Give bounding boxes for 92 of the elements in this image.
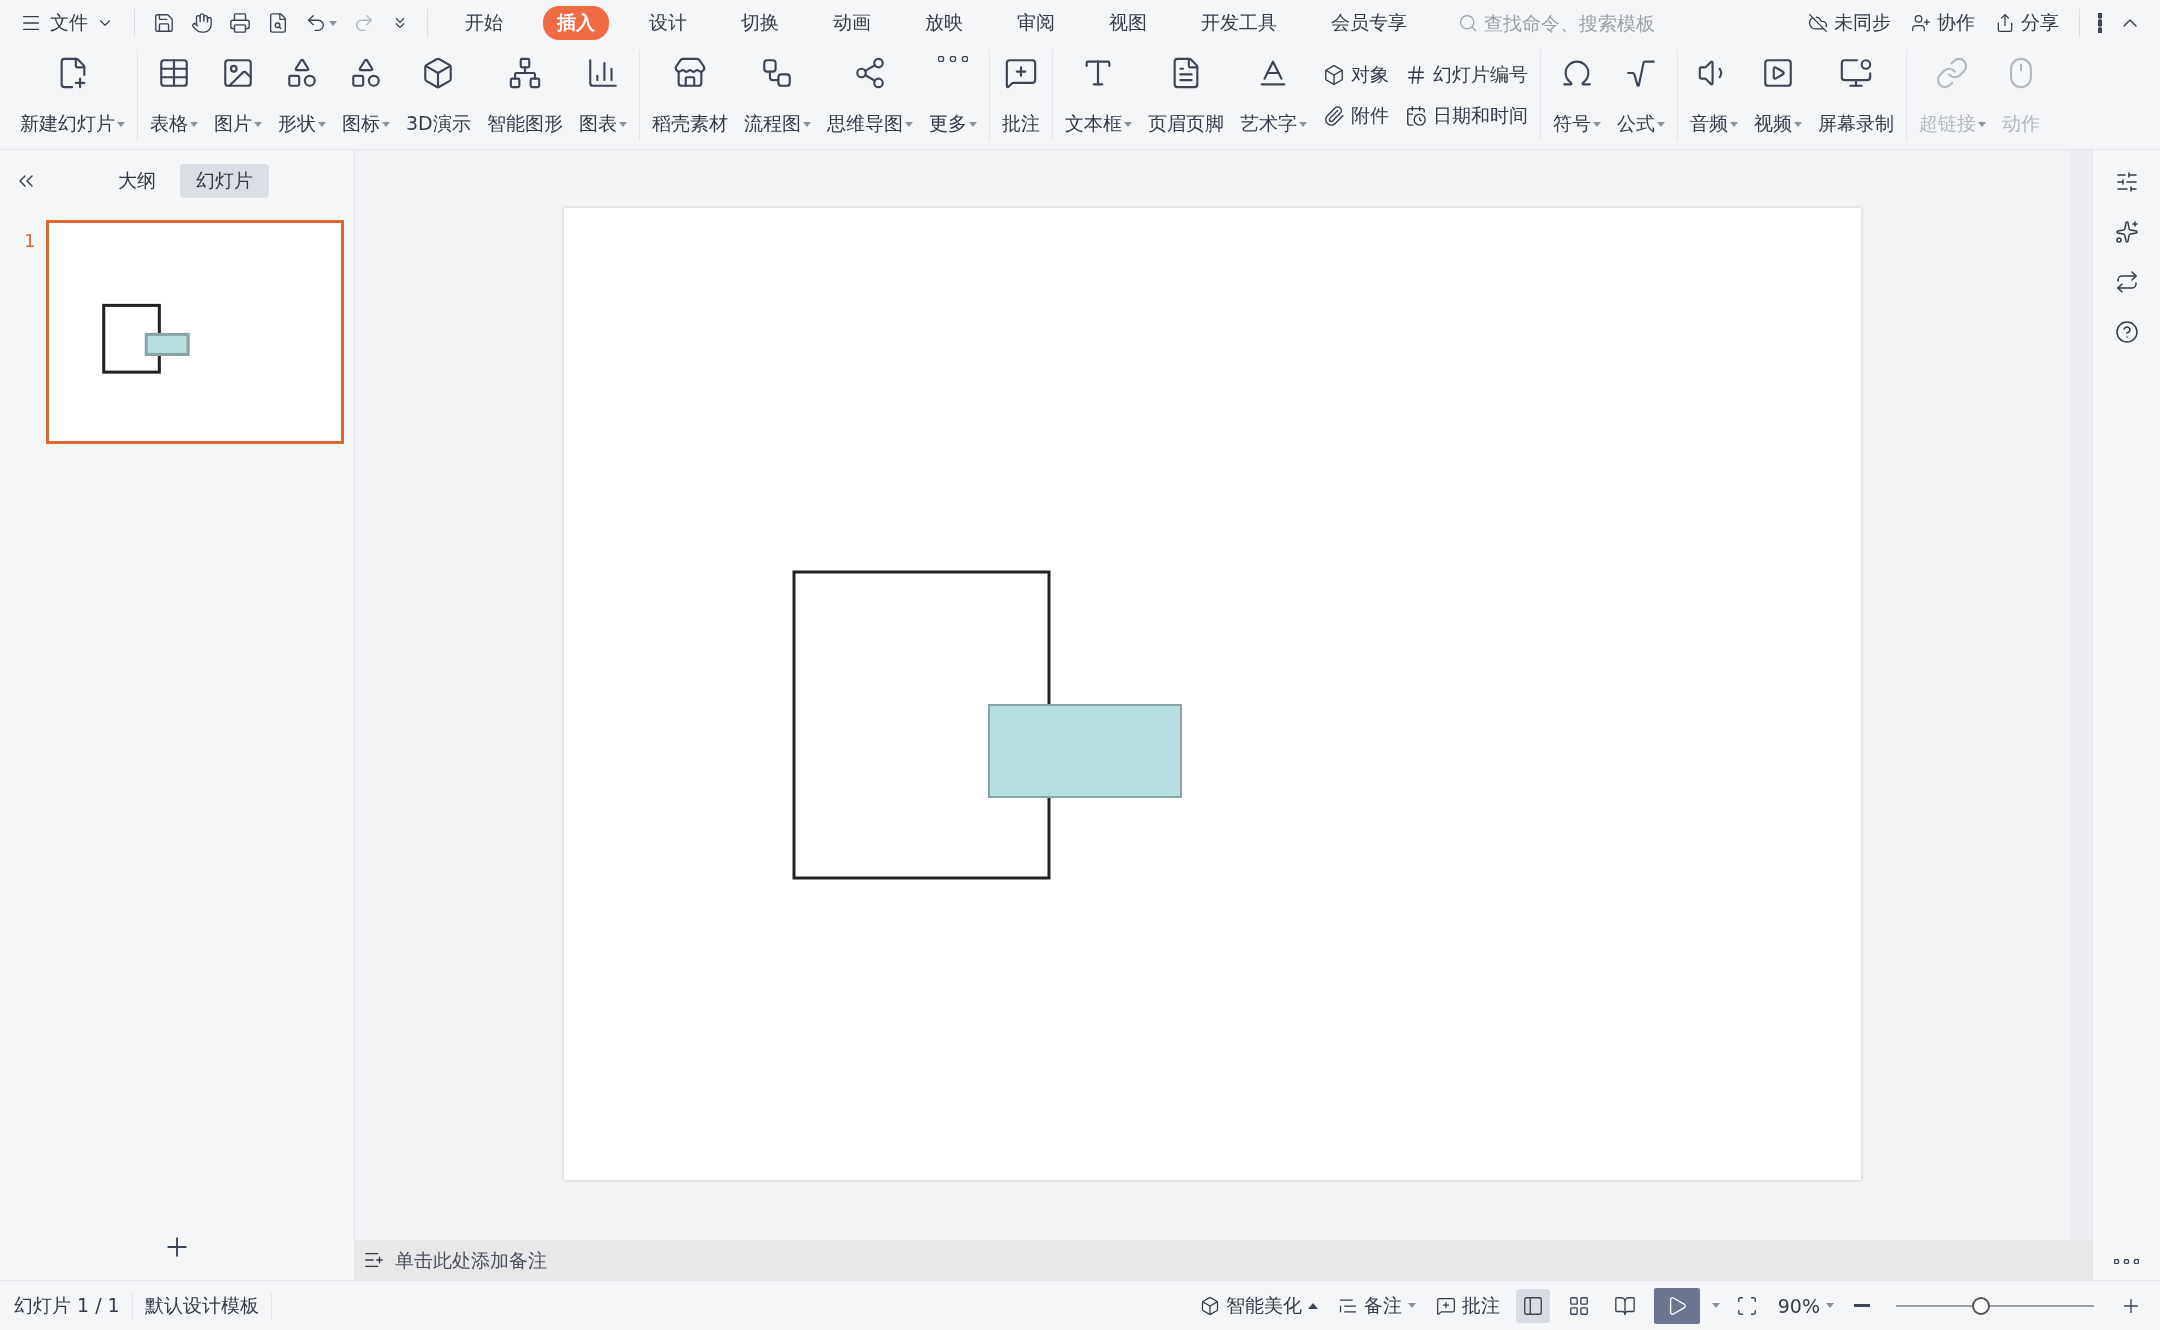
comment-icon xyxy=(1003,56,1038,90)
more-icon xyxy=(2098,13,2102,33)
network-icon xyxy=(507,56,542,90)
rectangle-shape[interactable] xyxy=(792,570,1051,880)
undo-icon xyxy=(305,12,327,34)
help-icon[interactable] xyxy=(2114,320,2139,344)
play-button[interactable] xyxy=(1653,1287,1700,1324)
ribbon-button[interactable]: 符号 xyxy=(1546,50,1607,141)
redo-icon xyxy=(353,12,375,34)
paperclip-icon xyxy=(1322,105,1345,128)
ribbon-button[interactable]: 3D演示 xyxy=(400,50,477,141)
slide-count: 幻灯片 1 / 1 xyxy=(14,1292,133,1319)
ribbon-tab[interactable]: 审阅 xyxy=(1003,6,1069,40)
ribbon-button[interactable]: 对象 xyxy=(1318,59,1393,90)
monitor-icon xyxy=(1838,56,1873,90)
book-icon xyxy=(1613,1294,1636,1317)
toolbar-action[interactable]: 协作 xyxy=(1905,6,1981,40)
grid-icon xyxy=(1567,1294,1590,1317)
ribbon-button[interactable]: 图片 xyxy=(208,50,268,141)
panel-tab[interactable]: 幻灯片 xyxy=(180,164,269,198)
zoom-dropdown[interactable]: 90% xyxy=(1773,1292,1838,1319)
ribbon-button[interactable]: 页眉页脚 xyxy=(1141,50,1230,141)
ribbon-tab[interactable]: 切换 xyxy=(727,6,793,40)
ribbon-tab[interactable]: 动画 xyxy=(819,6,885,40)
link-icon xyxy=(1935,56,1970,90)
ribbon-button[interactable]: 图表 xyxy=(572,50,633,141)
ribbon-button[interactable]: 新建幻灯片 xyxy=(14,50,131,141)
ribbon-button[interactable]: 附件 xyxy=(1318,101,1393,132)
ribbon-button[interactable]: 批注 xyxy=(995,50,1046,141)
ribbon-button[interactable]: 公式 xyxy=(1610,50,1671,141)
ribbon-button[interactable]: 屏幕录制 xyxy=(1811,50,1900,141)
search-field[interactable]: 查找命令、搜索模板 xyxy=(1458,11,1682,35)
hand-icon xyxy=(191,12,213,34)
comments-button[interactable]: 批注 xyxy=(1431,1290,1504,1321)
cube-icon xyxy=(1199,1295,1220,1316)
save-icon xyxy=(153,12,175,34)
slide-thumbnail[interactable] xyxy=(46,220,344,444)
ribbon-button[interactable]: 日期和时间 xyxy=(1400,101,1532,132)
ribbon-button[interactable]: 稻壳素材 xyxy=(645,50,734,141)
ribbon-button[interactable]: 流程图 xyxy=(737,50,817,141)
cube-icon xyxy=(1322,63,1345,86)
notes-field[interactable]: 单击此处添加备注 xyxy=(355,1240,2092,1280)
template-name: 默认设计模板 xyxy=(144,1292,272,1319)
ribbon-button[interactable]: 文本框 xyxy=(1058,50,1138,141)
ribbon-button[interactable]: 图标 xyxy=(336,50,396,141)
printer-icon xyxy=(229,12,251,34)
table-icon xyxy=(157,56,191,90)
ribbon-tab[interactable]: 设计 xyxy=(635,6,701,40)
image-icon xyxy=(221,56,255,90)
comment-icon xyxy=(1435,1295,1456,1316)
calendar-clock-icon xyxy=(1404,105,1427,128)
share-icon xyxy=(1995,13,2015,33)
view-button[interactable] xyxy=(1515,1288,1550,1323)
ribbon-tab[interactable]: 开始 xyxy=(451,6,517,40)
ribbon-button[interactable]: 思维导图 xyxy=(820,50,919,141)
slide-number: 1 xyxy=(24,229,36,253)
ribbon-button[interactable]: 表格 xyxy=(144,50,204,141)
preview-icon xyxy=(267,12,289,34)
ribbon-tab[interactable]: 放映 xyxy=(911,6,977,40)
cloud-icon xyxy=(1808,13,1828,33)
ribbon-button[interactable]: 艺术字 xyxy=(1233,50,1313,141)
user-plus-icon xyxy=(1911,13,1931,33)
file-menu[interactable]: 文件 xyxy=(14,6,120,40)
more-icon xyxy=(937,56,968,62)
ribbon-button[interactable]: 音频 xyxy=(1683,50,1744,141)
more-icon[interactable] xyxy=(2114,1259,2139,1264)
ribbon-button[interactable]: 更多 xyxy=(922,50,983,141)
normal-view-icon xyxy=(1521,1294,1544,1317)
beautify-button[interactable]: 智能美化 xyxy=(1195,1290,1322,1321)
notes-field[interactable]: 单击此处添加备注 xyxy=(393,1248,2084,1272)
repeat-icon[interactable] xyxy=(2114,270,2139,294)
sliders-icon[interactable] xyxy=(2114,170,2139,194)
ribbon-tab[interactable]: 开发工具 xyxy=(1187,6,1291,40)
toolbar-action[interactable]: 分享 xyxy=(1989,6,2065,40)
minus-icon xyxy=(1854,1304,1870,1307)
shapes-icon xyxy=(285,56,319,90)
search-icon xyxy=(1458,13,1478,33)
ribbon-tab[interactable]: 会员专享 xyxy=(1317,6,1421,40)
store-icon xyxy=(672,56,707,90)
panel-tab[interactable]: 大纲 xyxy=(102,164,172,198)
toolbar-action[interactable]: 未同步 xyxy=(1802,6,1897,40)
notes-button[interactable]: 备注 xyxy=(1333,1290,1420,1321)
ribbon-tab[interactable]: 视图 xyxy=(1095,6,1161,40)
caret-icon xyxy=(1307,1302,1318,1309)
ribbon-button[interactable]: 幻灯片编号 xyxy=(1400,59,1532,90)
fit-icon xyxy=(1735,1294,1758,1317)
shapes-icon xyxy=(349,56,383,90)
ribbon-button[interactable]: 智能图形 xyxy=(480,50,569,141)
slider-thumb[interactable] xyxy=(1972,1296,1991,1315)
ribbon-button[interactable]: 形状 xyxy=(272,50,332,141)
ribbon-button[interactable]: 视频 xyxy=(1747,50,1808,141)
sparkle-icon[interactable] xyxy=(2114,220,2139,244)
